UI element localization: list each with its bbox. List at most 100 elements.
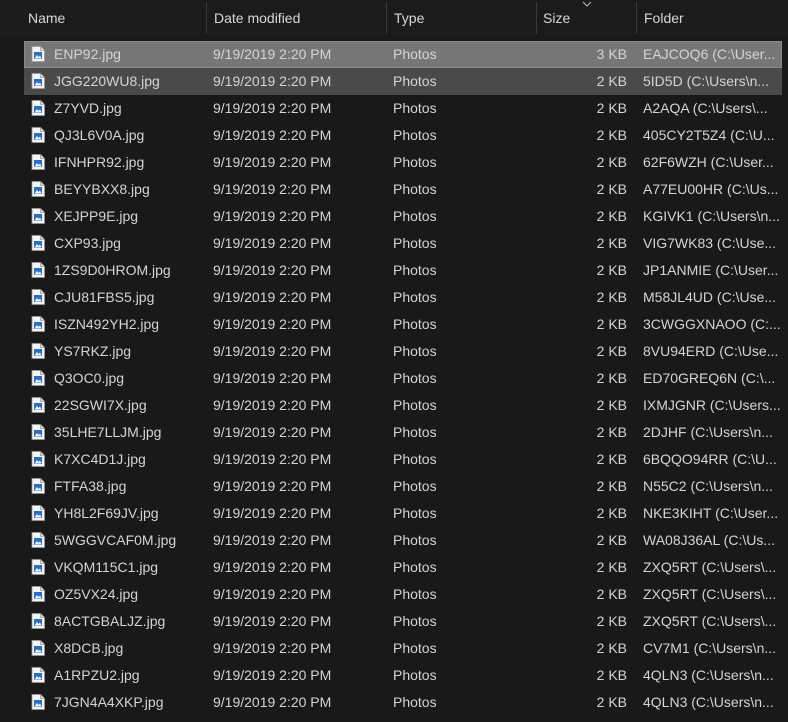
photo-file-icon bbox=[31, 397, 45, 413]
file-date-modified: 9/19/2019 2:20 PM bbox=[213, 586, 332, 602]
file-type: Photos bbox=[393, 208, 437, 224]
column-header-folder[interactable]: Folder bbox=[636, 0, 788, 36]
file-date-modified: 9/19/2019 2:20 PM bbox=[213, 316, 332, 332]
photo-file-icon bbox=[31, 694, 45, 710]
file-type: Photos bbox=[393, 451, 437, 467]
file-row[interactable]: CXP93.jpg 9/19/2019 2:20 PM Photos 2 KB VIG7… bbox=[0, 230, 788, 257]
photo-file-icon bbox=[31, 289, 45, 305]
file-row[interactable]: 1ZS9D0HROM.jpg 9/19/2019 2:20 PM Photos 2 K… bbox=[0, 257, 788, 284]
file-name: BEYYBXX8.jpg bbox=[54, 181, 150, 197]
file-type: Photos bbox=[393, 181, 437, 197]
file-folder: VIG7WK83 (C:\Use... bbox=[643, 235, 777, 251]
column-header-type[interactable]: Type bbox=[386, 0, 536, 36]
file-type: Photos bbox=[393, 505, 437, 521]
file-size: 2 KB bbox=[596, 181, 627, 197]
file-type: Photos bbox=[393, 127, 437, 143]
file-folder: 6BQQO94RR (C:\U... bbox=[643, 451, 777, 467]
file-row[interactable]: OZ5VX24.jpg 9/19/2019 2:20 PM Photos 2 KB ZX… bbox=[0, 581, 788, 608]
file-folder: M58JL4UD (C:\Use... bbox=[643, 289, 777, 305]
file-row[interactable]: YH8L2F69JV.jpg 9/19/2019 2:20 PM Photos 2 K… bbox=[0, 500, 788, 527]
file-row[interactable]: ENP92.jpg 9/19/2019 2:20 PM Photos 3 KB EAJC… bbox=[0, 41, 788, 68]
file-name: ISZN492YH2.jpg bbox=[54, 316, 160, 332]
file-folder: WA08J36AL (C:\Us... bbox=[643, 532, 776, 548]
file-date-modified: 9/19/2019 2:20 PM bbox=[213, 451, 332, 467]
file-size: 2 KB bbox=[596, 73, 627, 89]
file-row[interactable]: IFNHPR92.jpg 9/19/2019 2:20 PM Photos 2 KB 6… bbox=[0, 149, 788, 176]
file-size: 2 KB bbox=[596, 154, 627, 170]
photo-file-icon bbox=[31, 451, 45, 467]
file-type: Photos bbox=[393, 694, 437, 710]
file-folder: ED70GREQ6N (C:\... bbox=[643, 370, 776, 386]
file-row[interactable]: ISZN492YH2.jpg 9/19/2019 2:20 PM Photos 2 K… bbox=[0, 311, 788, 338]
photo-file-icon bbox=[31, 505, 45, 521]
file-folder: 405CY2T5Z4 (C:\U... bbox=[643, 127, 775, 143]
file-type: Photos bbox=[393, 289, 437, 305]
file-folder: IXMJGNR (C:\Users... bbox=[643, 397, 781, 413]
file-date-modified: 9/19/2019 2:20 PM bbox=[213, 397, 332, 413]
file-row[interactable]: 35LHE7LLJM.jpg 9/19/2019 2:20 PM Photos 2 K… bbox=[0, 419, 788, 446]
column-header-name[interactable]: Name bbox=[20, 0, 206, 36]
file-date-modified: 9/19/2019 2:20 PM bbox=[213, 559, 332, 575]
file-type: Photos bbox=[393, 100, 437, 116]
file-row[interactable]: 7JGN4A4XKP.jpg 9/19/2019 2:20 PM Photos 2 K… bbox=[0, 689, 788, 716]
photo-file-icon bbox=[31, 127, 45, 143]
file-name: VKQM115C1.jpg bbox=[54, 559, 159, 575]
file-folder: 4QLN3 (C:\Users\n... bbox=[643, 667, 774, 683]
file-date-modified: 9/19/2019 2:20 PM bbox=[213, 154, 332, 170]
file-type: Photos bbox=[393, 154, 437, 170]
file-size: 2 KB bbox=[596, 235, 627, 251]
sort-descending-icon bbox=[582, 1, 592, 7]
file-folder: 62F6WZH (C:\User... bbox=[643, 154, 774, 170]
file-row[interactable]: YS7RKZ.jpg 9/19/2019 2:20 PM Photos 2 KB 8VU… bbox=[0, 338, 788, 365]
file-type: Photos bbox=[393, 397, 437, 413]
file-row[interactable]: QJ3L6V0A.jpg 9/19/2019 2:20 PM Photos 2 KB 4… bbox=[0, 122, 788, 149]
file-name: ENP92.jpg bbox=[54, 46, 121, 62]
file-list: ENP92.jpg 9/19/2019 2:20 PM Photos 3 KB EAJC… bbox=[0, 41, 788, 716]
file-row[interactable]: A1RPZU2.jpg 9/19/2019 2:20 PM Photos 2 KB 4Q… bbox=[0, 662, 788, 689]
file-date-modified: 9/19/2019 2:20 PM bbox=[213, 613, 332, 629]
file-row[interactable]: XEJPP9E.jpg 9/19/2019 2:20 PM Photos 2 KB KG… bbox=[0, 203, 788, 230]
file-type: Photos bbox=[393, 559, 437, 575]
file-row[interactable]: 8ACTGBALJZ.jpg 9/19/2019 2:20 PM Photos 2 K… bbox=[0, 608, 788, 635]
file-size: 2 KB bbox=[596, 694, 627, 710]
file-type: Photos bbox=[393, 46, 437, 62]
photo-file-icon bbox=[31, 316, 45, 332]
file-row[interactable]: VKQM115C1.jpg 9/19/2019 2:20 PM Photos 2 KB… bbox=[0, 554, 788, 581]
file-folder: KGIVK1 (C:\Users\n... bbox=[643, 208, 780, 224]
file-date-modified: 9/19/2019 2:20 PM bbox=[213, 73, 332, 89]
file-name: YH8L2F69JV.jpg bbox=[54, 505, 159, 521]
file-size: 2 KB bbox=[596, 316, 627, 332]
file-row[interactable]: Z7YVD.jpg 9/19/2019 2:20 PM Photos 2 KB A2AQ… bbox=[0, 95, 788, 122]
file-row[interactable]: X8DCB.jpg 9/19/2019 2:20 PM Photos 2 KB CV7M… bbox=[0, 635, 788, 662]
file-date-modified: 9/19/2019 2:20 PM bbox=[213, 262, 332, 278]
file-date-modified: 9/19/2019 2:20 PM bbox=[213, 694, 332, 710]
file-explorer-details-view: Name Date modified Type Size Folder ENP9… bbox=[0, 0, 788, 722]
file-type: Photos bbox=[393, 532, 437, 548]
file-name: IFNHPR92.jpg bbox=[54, 154, 145, 170]
column-header-date-modified[interactable]: Date modified bbox=[206, 0, 386, 36]
file-row[interactable]: JGG220WU8.jpg 9/19/2019 2:20 PM Photos 2 KB… bbox=[0, 68, 788, 95]
file-date-modified: 9/19/2019 2:20 PM bbox=[213, 532, 332, 548]
photo-file-icon bbox=[31, 73, 45, 89]
file-row[interactable]: CJU81FBS5.jpg 9/19/2019 2:20 PM Photos 2 KB… bbox=[0, 284, 788, 311]
file-type: Photos bbox=[393, 316, 437, 332]
file-folder: N55C2 (C:\Users\n... bbox=[643, 478, 773, 494]
file-date-modified: 9/19/2019 2:20 PM bbox=[213, 478, 332, 494]
file-row[interactable]: Q3OC0.jpg 9/19/2019 2:20 PM Photos 2 KB ED70… bbox=[0, 365, 788, 392]
file-row[interactable]: K7XC4D1J.jpg 9/19/2019 2:20 PM Photos 2 KB 6… bbox=[0, 446, 788, 473]
photo-file-icon bbox=[31, 235, 45, 251]
photo-file-icon bbox=[31, 154, 45, 170]
file-folder: EAJCOQ6 (C:\User... bbox=[643, 46, 776, 62]
file-folder: 8VU94ERD (C:\Use... bbox=[643, 343, 779, 359]
file-date-modified: 9/19/2019 2:20 PM bbox=[213, 640, 332, 656]
file-row[interactable]: 22SGWI7X.jpg 9/19/2019 2:20 PM Photos 2 KB I… bbox=[0, 392, 788, 419]
file-row[interactable]: FTFA38.jpg 9/19/2019 2:20 PM Photos 2 KB N55… bbox=[0, 473, 788, 500]
file-name: OZ5VX24.jpg bbox=[54, 586, 139, 602]
file-date-modified: 9/19/2019 2:20 PM bbox=[213, 289, 332, 305]
file-type: Photos bbox=[393, 478, 437, 494]
file-row[interactable]: 5WGGVCAF0M.jpg 9/19/2019 2:20 PM Photos 2 K… bbox=[0, 527, 788, 554]
file-name: 35LHE7LLJM.jpg bbox=[54, 424, 162, 440]
file-row[interactable]: BEYYBXX8.jpg 9/19/2019 2:20 PM Photos 2 KB A… bbox=[0, 176, 788, 203]
photo-file-icon bbox=[31, 613, 45, 629]
file-name: YS7RKZ.jpg bbox=[54, 343, 132, 359]
